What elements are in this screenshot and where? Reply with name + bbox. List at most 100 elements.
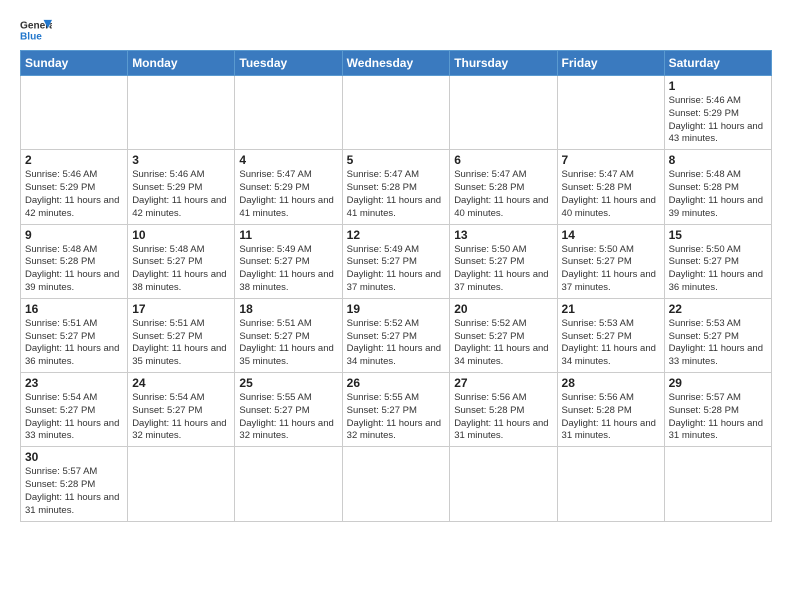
day-info: Sunrise: 5:56 AM Sunset: 5:28 PM Dayligh… bbox=[454, 392, 552, 443]
day-header-tuesday: Tuesday bbox=[235, 51, 342, 76]
day-number: 3 bbox=[132, 153, 230, 167]
calendar-cell: 26 Sunrise: 5:55 AM Sunset: 5:27 PM Dayli… bbox=[342, 373, 450, 447]
day-info: Sunrise: 5:55 AM Sunset: 5:27 PM Dayligh… bbox=[347, 392, 446, 443]
day-number: 23 bbox=[25, 376, 123, 390]
day-number: 28 bbox=[562, 376, 660, 390]
day-number: 25 bbox=[239, 376, 337, 390]
day-number: 14 bbox=[562, 228, 660, 242]
day-info: Sunrise: 5:48 AM Sunset: 5:28 PM Dayligh… bbox=[669, 169, 767, 220]
calendar-week-3: 16 Sunrise: 5:51 AM Sunset: 5:27 PM Dayli… bbox=[21, 298, 772, 372]
calendar-cell: 13Sunrise: 5:50 AM Sunset: 5:27 PM Dayli… bbox=[450, 224, 557, 298]
calendar-cell: 20 Sunrise: 5:52 AM Sunset: 5:27 PM Dayli… bbox=[450, 298, 557, 372]
day-number: 1 bbox=[669, 79, 767, 93]
day-number: 7 bbox=[562, 153, 660, 167]
calendar-cell bbox=[557, 447, 664, 521]
day-header-sunday: Sunday bbox=[21, 51, 128, 76]
page: General Blue SundayMondayTuesdayWednesda… bbox=[0, 0, 792, 532]
calendar-cell: 11Sunrise: 5:49 AM Sunset: 5:27 PM Dayli… bbox=[235, 224, 342, 298]
calendar-cell: 16 Sunrise: 5:51 AM Sunset: 5:27 PM Dayli… bbox=[21, 298, 128, 372]
day-info: Sunrise: 5:48 AM Sunset: 5:27 PM Dayligh… bbox=[132, 244, 230, 295]
calendar-cell: 8 Sunrise: 5:48 AM Sunset: 5:28 PM Daylig… bbox=[664, 150, 771, 224]
calendar-cell: 18 Sunrise: 5:51 AM Sunset: 5:27 PM Dayli… bbox=[235, 298, 342, 372]
calendar-cell: 5 Sunrise: 5:47 AM Sunset: 5:28 PM Daylig… bbox=[342, 150, 450, 224]
calendar-cell: 4 Sunrise: 5:47 AM Sunset: 5:29 PM Daylig… bbox=[235, 150, 342, 224]
calendar-cell: 23 Sunrise: 5:54 AM Sunset: 5:27 PM Dayli… bbox=[21, 373, 128, 447]
day-info: Sunrise: 5:49 AM Sunset: 5:27 PM Dayligh… bbox=[239, 244, 337, 295]
day-number: 12 bbox=[347, 228, 446, 242]
calendar-cell: 9Sunrise: 5:48 AM Sunset: 5:28 PM Daylig… bbox=[21, 224, 128, 298]
calendar-cell: 2Sunrise: 5:46 AM Sunset: 5:29 PM Daylig… bbox=[21, 150, 128, 224]
calendar-cell bbox=[450, 447, 557, 521]
day-header-saturday: Saturday bbox=[664, 51, 771, 76]
calendar-week-4: 23 Sunrise: 5:54 AM Sunset: 5:27 PM Dayli… bbox=[21, 373, 772, 447]
day-info: Sunrise: 5:50 AM Sunset: 5:27 PM Dayligh… bbox=[562, 244, 660, 295]
calendar-week-2: 9Sunrise: 5:48 AM Sunset: 5:28 PM Daylig… bbox=[21, 224, 772, 298]
calendar-cell: 28 Sunrise: 5:56 AM Sunset: 5:28 PM Dayli… bbox=[557, 373, 664, 447]
day-info: Sunrise: 5:46 AM Sunset: 5:29 PM Dayligh… bbox=[132, 169, 230, 220]
calendar-cell: 6 Sunrise: 5:47 AM Sunset: 5:28 PM Daylig… bbox=[450, 150, 557, 224]
day-info: Sunrise: 5:47 AM Sunset: 5:28 PM Dayligh… bbox=[562, 169, 660, 220]
calendar-cell: 14 Sunrise: 5:50 AM Sunset: 5:27 PM Dayli… bbox=[557, 224, 664, 298]
day-header-wednesday: Wednesday bbox=[342, 51, 450, 76]
day-info: Sunrise: 5:54 AM Sunset: 5:27 PM Dayligh… bbox=[132, 392, 230, 443]
day-number: 21 bbox=[562, 302, 660, 316]
day-number: 26 bbox=[347, 376, 446, 390]
calendar-cell bbox=[235, 76, 342, 150]
generalblue-logo-icon: General Blue bbox=[20, 16, 52, 44]
day-number: 27 bbox=[454, 376, 552, 390]
day-header-thursday: Thursday bbox=[450, 51, 557, 76]
day-number: 6 bbox=[454, 153, 552, 167]
day-info: Sunrise: 5:47 AM Sunset: 5:28 PM Dayligh… bbox=[347, 169, 446, 220]
header: General Blue bbox=[20, 16, 772, 44]
day-number: 13 bbox=[454, 228, 552, 242]
calendar-cell: 12 Sunrise: 5:49 AM Sunset: 5:27 PM Dayli… bbox=[342, 224, 450, 298]
day-info: Sunrise: 5:49 AM Sunset: 5:27 PM Dayligh… bbox=[347, 244, 446, 295]
calendar-cell bbox=[450, 76, 557, 150]
day-info: Sunrise: 5:47 AM Sunset: 5:28 PM Dayligh… bbox=[454, 169, 552, 220]
day-number: 24 bbox=[132, 376, 230, 390]
day-info: Sunrise: 5:53 AM Sunset: 5:27 PM Dayligh… bbox=[562, 318, 660, 369]
day-number: 17 bbox=[132, 302, 230, 316]
day-number: 5 bbox=[347, 153, 446, 167]
calendar-cell bbox=[342, 76, 450, 150]
day-info: Sunrise: 5:57 AM Sunset: 5:28 PM Dayligh… bbox=[669, 392, 767, 443]
day-number: 20 bbox=[454, 302, 552, 316]
calendar-cell: 25 Sunrise: 5:55 AM Sunset: 5:27 PM Dayli… bbox=[235, 373, 342, 447]
day-info: Sunrise: 5:52 AM Sunset: 5:27 PM Dayligh… bbox=[454, 318, 552, 369]
calendar-cell bbox=[235, 447, 342, 521]
calendar-cell: 3 Sunrise: 5:46 AM Sunset: 5:29 PM Daylig… bbox=[128, 150, 235, 224]
day-number: 10 bbox=[132, 228, 230, 242]
calendar-cell: 19 Sunrise: 5:52 AM Sunset: 5:27 PM Dayli… bbox=[342, 298, 450, 372]
calendar-cell: 1Sunrise: 5:46 AM Sunset: 5:29 PM Daylig… bbox=[664, 76, 771, 150]
calendar-cell: 21 Sunrise: 5:53 AM Sunset: 5:27 PM Dayli… bbox=[557, 298, 664, 372]
day-info: Sunrise: 5:51 AM Sunset: 5:27 PM Dayligh… bbox=[25, 318, 123, 369]
day-info: Sunrise: 5:56 AM Sunset: 5:28 PM Dayligh… bbox=[562, 392, 660, 443]
day-info: Sunrise: 5:55 AM Sunset: 5:27 PM Dayligh… bbox=[239, 392, 337, 443]
calendar-header-row: SundayMondayTuesdayWednesdayThursdayFrid… bbox=[21, 51, 772, 76]
calendar-week-0: 1Sunrise: 5:46 AM Sunset: 5:29 PM Daylig… bbox=[21, 76, 772, 150]
calendar: SundayMondayTuesdayWednesdayThursdayFrid… bbox=[20, 50, 772, 522]
day-info: Sunrise: 5:51 AM Sunset: 5:27 PM Dayligh… bbox=[239, 318, 337, 369]
calendar-cell: 22Sunrise: 5:53 AM Sunset: 5:27 PM Dayli… bbox=[664, 298, 771, 372]
calendar-cell: 27 Sunrise: 5:56 AM Sunset: 5:28 PM Dayli… bbox=[450, 373, 557, 447]
day-info: Sunrise: 5:52 AM Sunset: 5:27 PM Dayligh… bbox=[347, 318, 446, 369]
day-number: 19 bbox=[347, 302, 446, 316]
day-info: Sunrise: 5:53 AM Sunset: 5:27 PM Dayligh… bbox=[669, 318, 767, 369]
calendar-cell bbox=[128, 76, 235, 150]
calendar-cell: 10 Sunrise: 5:48 AM Sunset: 5:27 PM Dayli… bbox=[128, 224, 235, 298]
day-header-friday: Friday bbox=[557, 51, 664, 76]
calendar-cell bbox=[21, 76, 128, 150]
day-number: 4 bbox=[239, 153, 337, 167]
day-info: Sunrise: 5:54 AM Sunset: 5:27 PM Dayligh… bbox=[25, 392, 123, 443]
svg-text:Blue: Blue bbox=[20, 31, 42, 42]
day-number: 8 bbox=[669, 153, 767, 167]
day-header-monday: Monday bbox=[128, 51, 235, 76]
day-number: 15 bbox=[669, 228, 767, 242]
calendar-week-1: 2Sunrise: 5:46 AM Sunset: 5:29 PM Daylig… bbox=[21, 150, 772, 224]
calendar-cell bbox=[128, 447, 235, 521]
day-number: 18 bbox=[239, 302, 337, 316]
day-info: Sunrise: 5:47 AM Sunset: 5:29 PM Dayligh… bbox=[239, 169, 337, 220]
calendar-week-5: 30Sunrise: 5:57 AM Sunset: 5:28 PM Dayli… bbox=[21, 447, 772, 521]
calendar-cell: 24 Sunrise: 5:54 AM Sunset: 5:27 PM Dayli… bbox=[128, 373, 235, 447]
day-number: 16 bbox=[25, 302, 123, 316]
